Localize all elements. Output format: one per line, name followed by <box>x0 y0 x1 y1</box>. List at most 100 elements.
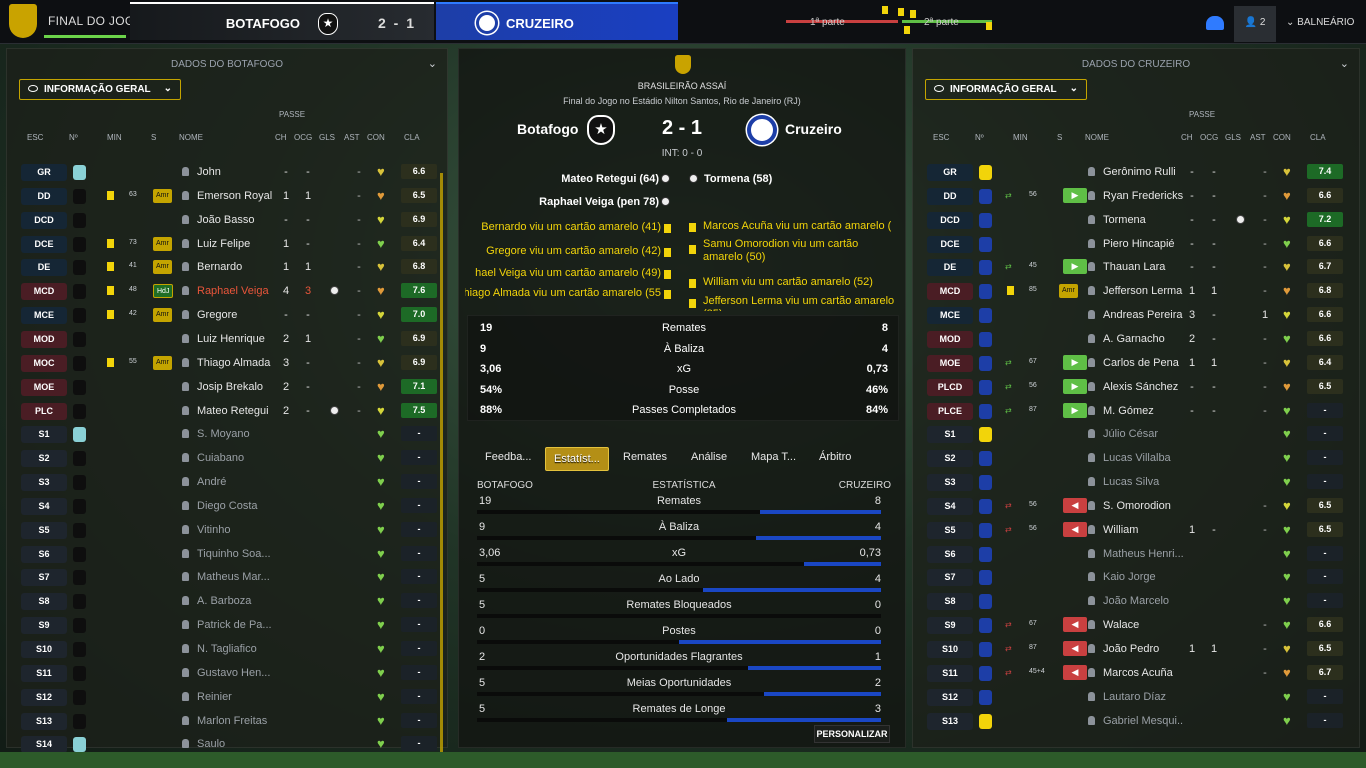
player-name[interactable]: Piero Hincapié <box>1103 238 1183 250</box>
player-row[interactable]: S12 Lautaro Díaz ♥ - <box>927 686 1347 708</box>
player-row[interactable]: MOC 55 Amr Thiago Almada 3 - - ♥ 6.9 <box>21 352 441 374</box>
player-name[interactable]: Andreas Pereira <box>1103 309 1183 321</box>
sub-out-button[interactable]: ◀ <box>1063 497 1087 513</box>
player-name[interactable]: M. Gómez <box>1103 405 1183 417</box>
player-row[interactable]: S7 Matheus Mar... ♥ - <box>21 566 441 588</box>
sub-in-button[interactable]: ▶ <box>1063 402 1087 418</box>
room-dropdown[interactable]: ⌄ BALNEÁRIO <box>1286 17 1354 28</box>
users-button[interactable]: 👤 2 <box>1234 6 1276 42</box>
player-row[interactable]: MOE ⇄ 67 ▶ Carlos de Pena 1 1 - ♥ 6.4 <box>927 352 1347 374</box>
player-name[interactable]: Alexis Sánchez <box>1103 381 1183 393</box>
player-name[interactable]: Gerônimo Rulli <box>1103 166 1183 178</box>
player-name[interactable]: Lautaro Díaz <box>1103 691 1183 703</box>
column-header-min[interactable]: MIN <box>1013 133 1028 142</box>
player-name[interactable]: Walace <box>1103 619 1183 631</box>
column-header-s[interactable]: S <box>1057 133 1062 142</box>
sub-out-button[interactable]: ◀ <box>1063 521 1087 537</box>
player-name[interactable]: Patrick de Pa... <box>197 619 277 631</box>
player-name[interactable]: João Pedro <box>1103 643 1183 655</box>
player-name[interactable]: Gregore <box>197 309 277 321</box>
tab-statistics[interactable]: Estatíst... <box>545 447 609 471</box>
match-timeline[interactable]: 1ª parte 2ª parte <box>786 4 1016 36</box>
player-row[interactable]: S9 Patrick de Pa... ♥ - <box>21 614 441 636</box>
player-row[interactable]: DE ⇄ 45 ▶ Thauan Lara - - - ♥ 6.7 <box>927 256 1347 278</box>
player-row[interactable]: GR John - - - ♥ 6.6 <box>21 161 441 183</box>
player-row[interactable]: S1 S. Moyano ♥ - <box>21 423 441 445</box>
player-name[interactable]: Marcos Acuña <box>1103 667 1183 679</box>
tab-referee[interactable]: Árbitro <box>819 451 851 463</box>
player-row[interactable]: S13 Marlon Freitas ♥ - <box>21 710 441 732</box>
column-header-min[interactable]: MIN <box>107 133 122 142</box>
player-name[interactable]: Lucas Villalba <box>1103 452 1183 464</box>
player-name[interactable]: Gabriel Mesqui... <box>1103 715 1183 727</box>
player-name[interactable]: Bernardo <box>197 261 277 273</box>
column-header-ocg[interactable]: OCG <box>1200 133 1218 142</box>
player-name[interactable]: John <box>197 166 277 178</box>
player-name[interactable]: Matheus Henri... <box>1103 548 1183 560</box>
player-name[interactable]: Thiago Almada <box>197 357 277 369</box>
column-header-s[interactable]: S <box>151 133 156 142</box>
column-header-con[interactable]: CON <box>367 133 385 142</box>
player-name[interactable]: Mateo Retegui <box>197 405 277 417</box>
player-name[interactable]: Ryan Fredericks <box>1103 190 1183 202</box>
player-row[interactable]: S9 ⇄ 67 ◀ Walace - ♥ 6.6 <box>927 614 1347 636</box>
sub-in-button[interactable]: ▶ <box>1063 259 1087 275</box>
tab-shots[interactable]: Remates <box>623 451 667 463</box>
player-row[interactable]: S11 Gustavo Hen... ♥ - <box>21 662 441 684</box>
chevron-down-icon[interactable]: ⌄ <box>1340 57 1349 70</box>
player-row[interactable]: S11 ⇄ 45+4 ◀ Marcos Acuña - ♥ 6.7 <box>927 662 1347 684</box>
player-row[interactable]: GR Gerônimo Rulli - - - ♥ 7.4 <box>927 161 1347 183</box>
personalize-button[interactable]: PERSONALIZAR <box>814 725 890 743</box>
player-name[interactable]: Carlos de Pena <box>1103 357 1183 369</box>
column-header-ast[interactable]: AST <box>344 133 360 142</box>
player-row[interactable]: S3 André ♥ - <box>21 471 441 493</box>
player-name[interactable]: Tormena <box>1103 214 1183 226</box>
column-header-ast[interactable]: AST <box>1250 133 1266 142</box>
player-row[interactable]: PLCD ⇄ 56 ▶ Alexis Sánchez - - - ♥ 6.5 <box>927 376 1347 398</box>
view-dropdown[interactable]: INFORMAÇÃO GERAL ⌄ <box>19 79 181 100</box>
player-row[interactable]: S1 Júlio César ♥ - <box>927 423 1347 445</box>
column-header-ch[interactable]: CH <box>275 133 287 142</box>
player-row[interactable]: S5 ⇄ 56 ◀ William 1 - - ♥ 6.5 <box>927 519 1347 541</box>
player-name[interactable]: Tiquinho Soa... <box>197 548 277 560</box>
player-row[interactable]: DCE 73 Amr Luiz Felipe 1 - - ♥ 6.4 <box>21 233 441 255</box>
player-name[interactable]: Thauan Lara <box>1103 261 1183 273</box>
column-header-name[interactable]: NOME <box>1085 133 1109 142</box>
column-header-ch[interactable]: CH <box>1181 133 1193 142</box>
player-name[interactable]: Raphael Veiga <box>197 285 277 297</box>
column-header-gls[interactable]: GLS <box>1225 133 1241 142</box>
player-row[interactable]: DE 41 Amr Bernardo 1 1 - ♥ 6.8 <box>21 256 441 278</box>
chevron-down-icon[interactable]: ⌄ <box>428 57 437 70</box>
player-row[interactable]: S5 Vitinho ♥ - <box>21 519 441 541</box>
player-row[interactable]: DCD Tormena - - - ♥ 7.2 <box>927 209 1347 231</box>
player-name[interactable]: Gustavo Hen... <box>197 667 277 679</box>
player-row[interactable]: S2 Lucas Villalba ♥ - <box>927 447 1347 469</box>
column-header-cla[interactable]: CLA <box>404 133 420 142</box>
column-header-ocg[interactable]: OCG <box>294 133 312 142</box>
column-header-cla[interactable]: CLA <box>1310 133 1326 142</box>
player-row[interactable]: S4 ⇄ 56 ◀ S. Omorodion - ♥ 6.5 <box>927 495 1347 517</box>
player-name[interactable]: A. Garnacho <box>1103 333 1183 345</box>
player-name[interactable]: Josip Brekalo <box>197 381 277 393</box>
home-team-box[interactable]: BOTAFOGO ★ 2 - 1 <box>130 2 434 40</box>
player-name[interactable]: Reinier <box>197 691 277 703</box>
sub-in-button[interactable]: ▶ <box>1063 187 1087 203</box>
player-name[interactable]: Emerson Royal <box>197 190 277 202</box>
player-name[interactable]: João Basso <box>197 214 277 226</box>
player-name[interactable]: Luiz Felipe <box>197 238 277 250</box>
player-name[interactable]: Vitinho <box>197 524 277 536</box>
player-row[interactable]: S10 ⇄ 87 ◀ João Pedro 1 1 - ♥ 6.5 <box>927 638 1347 660</box>
player-name[interactable]: Júlio César <box>1103 428 1183 440</box>
player-row[interactable]: S7 Kaio Jorge ♥ - <box>927 566 1347 588</box>
player-row[interactable]: PLC Mateo Retegui 2 - - ♥ 7.5 <box>21 400 441 422</box>
shoe-icon[interactable] <box>1206 16 1224 30</box>
player-row[interactable]: MCD 48 HdJ Raphael Veiga 4 3 - ♥ 7.6 <box>21 280 441 302</box>
player-row[interactable]: S12 Reinier ♥ - <box>21 686 441 708</box>
player-name[interactable]: Lucas Silva <box>1103 476 1183 488</box>
tab-map[interactable]: Mapa T... <box>751 451 796 463</box>
player-name[interactable]: Kaio Jorge <box>1103 571 1183 583</box>
view-dropdown[interactable]: INFORMAÇÃO GERAL ⌄ <box>925 79 1087 100</box>
player-row[interactable]: S8 A. Barboza ♥ - <box>21 590 441 612</box>
player-row[interactable]: DD ⇄ 56 ▶ Ryan Fredericks - - - ♥ 6.6 <box>927 185 1347 207</box>
player-row[interactable]: PLCE ⇄ 87 ▶ M. Gómez - - - ♥ - <box>927 400 1347 422</box>
